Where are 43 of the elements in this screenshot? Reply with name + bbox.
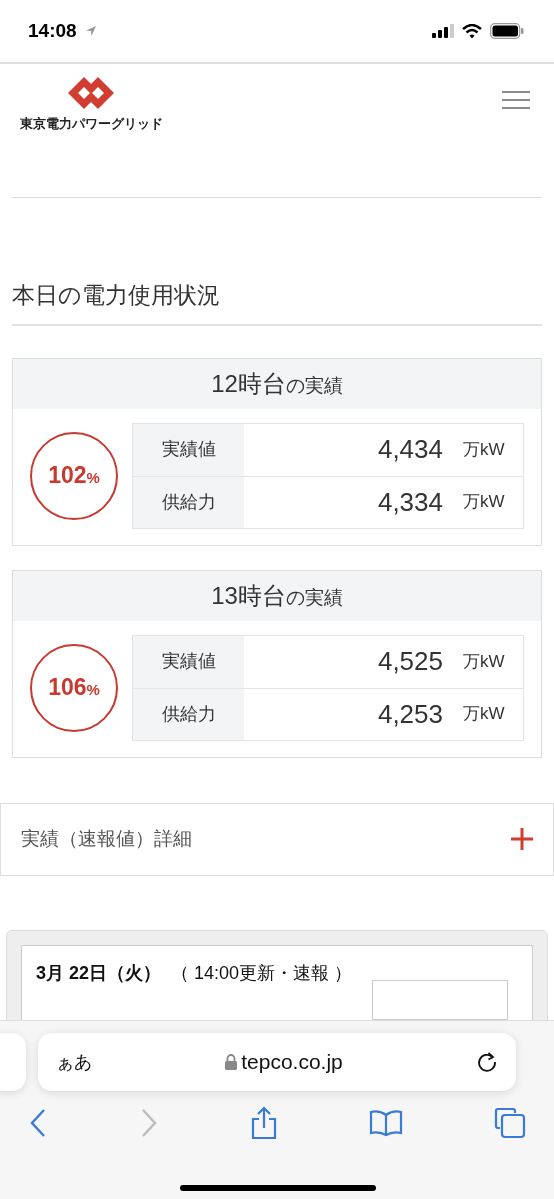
row-unit: 万kW <box>463 491 506 514</box>
bookmarks-icon[interactable] <box>369 1109 403 1137</box>
row-label: 実績値 <box>133 423 244 476</box>
section-title: 本日の電力使用状況 <box>11 281 221 310</box>
update-note: （ 14:00更新・速報 ） <box>171 961 353 985</box>
row-value: 4,334 <box>376 485 444 519</box>
card-title: 12時台 <box>211 368 286 399</box>
percent-value: 106 <box>48 673 87 703</box>
percent-unit: % <box>86 469 100 489</box>
accordion-label: 実績（速報値）詳細 <box>21 826 192 851</box>
card-subtitle: の実績 <box>285 374 343 398</box>
location-icon <box>84 25 97 37</box>
row-value: 4,525 <box>376 645 444 679</box>
lock-icon <box>225 1054 238 1070</box>
tabs-icon[interactable] <box>494 1107 526 1139</box>
percent-unit: % <box>86 681 100 701</box>
plus-icon[interactable] <box>511 828 533 851</box>
signal-icon <box>432 24 454 38</box>
row-unit: 万kW <box>463 703 506 726</box>
address-bar[interactable]: ぁあ tepco.co.jp <box>38 1033 516 1091</box>
text-size-button[interactable]: ぁあ <box>56 1048 92 1076</box>
share-icon[interactable] <box>250 1106 278 1140</box>
logo-icon[interactable] <box>67 76 116 110</box>
row-label: 供給力 <box>133 476 244 528</box>
details-accordion[interactable]: 実績（速報値）詳細 <box>0 802 554 876</box>
row-unit: 万kW <box>463 438 506 461</box>
reload-icon[interactable] <box>476 1051 498 1073</box>
url-text: tepco.co.jp <box>241 1049 343 1076</box>
row-value: 4,434 <box>376 433 444 467</box>
status-time: 14:08 <box>28 18 77 43</box>
wifi-icon <box>462 23 482 39</box>
card-title: 13時台 <box>211 580 286 611</box>
row-unit: 万kW <box>463 650 506 673</box>
row-value: 4,253 <box>376 697 444 731</box>
row-label: 実績値 <box>133 635 244 688</box>
date-text: 3月 22日（火） <box>36 961 162 985</box>
battery-icon <box>490 23 524 39</box>
back-icon[interactable] <box>28 1108 48 1138</box>
row-label: 供給力 <box>133 688 244 740</box>
menu-icon[interactable] <box>502 90 530 110</box>
percent-value: 102 <box>48 461 87 491</box>
card-subtitle: の実績 <box>285 586 343 610</box>
logo-text[interactable]: 東京電力パワーグリッド <box>20 114 163 134</box>
